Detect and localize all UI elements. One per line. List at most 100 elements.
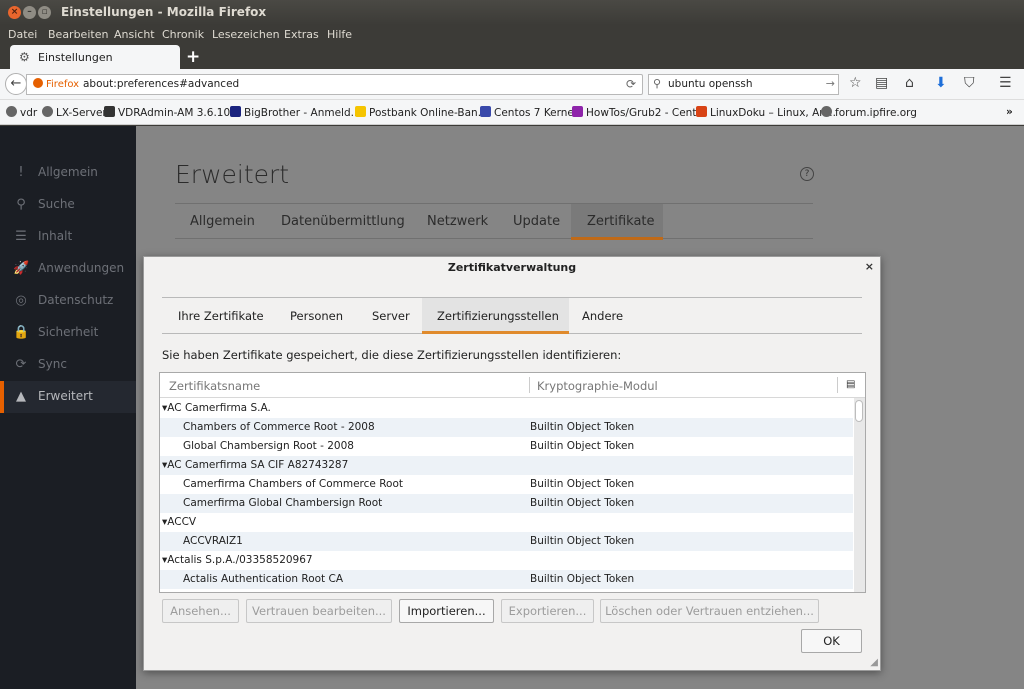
tree-group-row[interactable]: ▾Actalis S.p.A./03358520967	[160, 551, 853, 570]
tab-personen[interactable]: Personen	[290, 309, 343, 323]
cert-name: ACCVRAIZ1	[183, 535, 243, 547]
sidebar-item-allgemein[interactable]: ! Allgemein	[0, 157, 136, 189]
close-icon[interactable]: ×	[865, 260, 874, 273]
resize-grip-icon[interactable]: ◢	[870, 657, 878, 668]
tab-ihre-zertifikate[interactable]: Ihre Zertifikate	[178, 309, 264, 323]
wizard-hat-icon: ▲	[16, 389, 26, 404]
bigbrother-icon	[230, 106, 241, 117]
window-minimize-button[interactable]: –	[23, 6, 36, 19]
export-button[interactable]: Exportieren...	[501, 599, 594, 623]
tab-allgemein[interactable]: Allgemein	[190, 214, 255, 229]
sidebar-item-suche[interactable]: ⚲ Suche	[0, 189, 136, 221]
identity-box[interactable]: Firefox	[33, 78, 79, 90]
bookmark-centos-kernel[interactable]: Centos 7 Kernel	[480, 106, 577, 119]
tree-row[interactable]: Actalis Authentication Root CA Builtin Ob…	[160, 570, 853, 589]
scrollbar-thumb[interactable]	[855, 400, 863, 422]
edit-trust-button[interactable]: Vertrauen bearbeiten...	[246, 599, 392, 623]
cert-name: Actalis Authentication Root CA	[183, 573, 344, 585]
new-tab-button[interactable]: +	[186, 47, 200, 67]
window-maximize-button[interactable]: ▫	[38, 6, 51, 19]
menu-datei[interactable]: Datei	[8, 28, 37, 41]
cert-module: Builtin Object Token	[530, 497, 635, 509]
column-divider[interactable]	[529, 377, 530, 393]
url-text[interactable]: about:preferences#advanced	[83, 78, 239, 90]
tree-row[interactable]: Camerfirma Chambers of Commerce Root Buil…	[160, 475, 853, 494]
bookmark-postbank[interactable]: Postbank Online-Ban...	[355, 106, 488, 119]
help-icon[interactable]: ?	[800, 167, 814, 181]
globe-icon	[6, 106, 17, 117]
cert-module: Builtin Object Token	[530, 573, 635, 585]
bookmark-howtos-grub2[interactable]: HowTos/Grub2 - Cent...	[572, 106, 706, 119]
certificate-tree[interactable]: Zertifikatsname Kryptographie-Modul ▤ ▾A…	[159, 372, 866, 593]
tab-einstellungen[interactable]: ⚙ Einstellungen	[10, 45, 180, 70]
tree-group-row[interactable]: ▾AC Camerfirma S.A.	[160, 399, 853, 418]
sidebar-item-inhalt[interactable]: ☰ Inhalt	[0, 221, 136, 253]
home-icon[interactable]: ⌂	[905, 75, 914, 91]
tab-zertifikate[interactable]: Zertifikate	[587, 214, 655, 229]
tab-server[interactable]: Server	[372, 309, 410, 323]
general-icon: !	[18, 165, 24, 180]
delete-button[interactable]: Löschen oder Vertrauen entziehen...	[600, 599, 819, 623]
bookmarks-overflow-icon[interactable]: »	[1006, 106, 1013, 118]
menu-bearbeiten[interactable]: Bearbeiten	[48, 28, 108, 41]
tree-row[interactable]: ACCVRAIZ1 Builtin Object Token	[160, 532, 853, 551]
scrollbar[interactable]	[854, 398, 865, 592]
tab-strip: ⚙ Einstellungen +	[0, 44, 1024, 70]
view-button[interactable]: Ansehen...	[162, 599, 239, 623]
search-go-icon[interactable]: →	[826, 77, 835, 90]
bookmark-linuxdoku[interactable]: LinuxDoku – Linux, An...	[696, 106, 836, 119]
menu-ansicht[interactable]: Ansicht	[114, 28, 155, 41]
tab-zertifizierungsstellen[interactable]: Zertifizierungsstellen	[437, 309, 559, 323]
tab-update[interactable]: Update	[513, 214, 560, 229]
window-close-button[interactable]: ×	[8, 6, 21, 19]
url-bar[interactable]: Firefox about:preferences#advanced ⟳	[26, 74, 643, 95]
sidebar-item-label: Sync	[38, 357, 67, 371]
column-picker-icon[interactable]: ▤	[846, 379, 855, 390]
tree-row[interactable]: Camerfirma Global Chambersign Root Builti…	[160, 494, 853, 513]
sidebar-item-erweitert[interactable]: ▲ Erweitert	[0, 381, 136, 413]
bookmark-lx-server[interactable]: LX-Server	[42, 106, 107, 119]
dialog-title: Zertifikatverwaltung	[447, 261, 577, 274]
bookmark-bigbrother[interactable]: BigBrother - Anmeld...	[230, 106, 361, 119]
sidebar-item-sync[interactable]: ⟳ Sync	[0, 349, 136, 381]
reload-icon[interactable]: ⟳	[626, 77, 636, 91]
sidebar-item-label: Sicherheit	[38, 325, 99, 339]
certificate-manager-dialog: Zertifikatverwaltung × Ihre Zertifikate …	[143, 256, 881, 671]
column-header-module[interactable]: Kryptographie-Modul	[537, 379, 658, 393]
tab-netzwerk[interactable]: Netzwerk	[427, 214, 488, 229]
import-button[interactable]: Importieren...	[399, 599, 494, 623]
sidebar-item-datenschutz[interactable]: ◎ Datenschutz	[0, 285, 136, 317]
cert-name: Global Chambersign Root - 2008	[183, 440, 354, 452]
gear-icon: ⚙	[19, 50, 30, 64]
tab-andere[interactable]: Andere	[582, 309, 623, 323]
bookmark-label: BigBrother - Anmeld...	[244, 107, 361, 119]
search-input[interactable]: ubuntu openssh	[668, 78, 753, 90]
menu-lesezeichen[interactable]: Lesezeichen	[212, 28, 280, 41]
tab-datenuebermittlung[interactable]: Datenübermittlung	[281, 214, 405, 229]
menu-hilfe[interactable]: Hilfe	[327, 28, 352, 41]
tree-group-row[interactable]: ▾ACCV	[160, 513, 853, 532]
tree-row[interactable]: Global Chambersign Root - 2008 Builtin Ob…	[160, 437, 853, 456]
tree-group-row[interactable]: ▾AC Camerfirma SA CIF A82743287	[160, 456, 853, 475]
bookmark-star-icon[interactable]: ☆	[849, 75, 862, 91]
column-header-name[interactable]: Zertifikatsname	[169, 379, 260, 393]
column-divider[interactable]	[837, 377, 838, 393]
menu-extras[interactable]: Extras	[284, 28, 319, 41]
bookmark-vdr[interactable]: vdr	[6, 106, 37, 119]
search-bar[interactable]: ⚲ ubuntu openssh →	[648, 74, 839, 95]
back-button[interactable]: ←	[5, 73, 27, 95]
pocket-icon[interactable]: ⛉	[964, 75, 975, 91]
menu-hamburger-icon[interactable]: ☰	[999, 75, 1012, 91]
download-icon[interactable]: ⬇	[935, 75, 947, 91]
bookmark-label: LX-Server	[56, 107, 107, 119]
menu-chronik[interactable]: Chronik	[162, 28, 204, 41]
bookmark-vdradmin[interactable]: VDRAdmin-AM 3.6.10...	[104, 106, 240, 119]
cert-name: ▾AC Camerfirma S.A.	[162, 402, 271, 414]
sidebar-item-anwendungen[interactable]: 🚀 Anwendungen	[0, 253, 136, 285]
tree-row[interactable]: Chambers of Commerce Root - 2008 Builtin …	[160, 418, 853, 437]
bookmark-label: VDRAdmin-AM 3.6.10...	[118, 107, 241, 119]
ok-button[interactable]: OK	[801, 629, 862, 653]
sidebar-item-sicherheit[interactable]: 🔒 Sicherheit	[0, 317, 136, 349]
bookmark-forum-ipfire[interactable]: forum.ipfire.org	[821, 106, 917, 119]
reading-list-icon[interactable]: ▤	[875, 75, 888, 91]
